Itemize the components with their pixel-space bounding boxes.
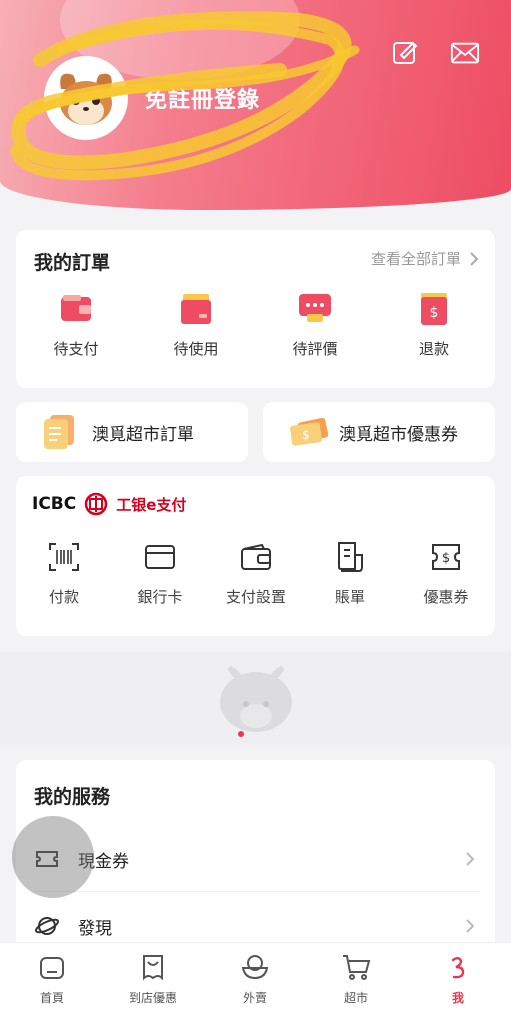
order-item-label: 待評價 (292, 340, 338, 358)
tab-label: 到店優惠 (128, 991, 177, 1005)
supermarket-coupon-icon: $ (289, 412, 329, 452)
view-all-label: 查看全部訂單 (370, 250, 461, 268)
tab-store-deals[interactable]: 到店優惠 (103, 951, 203, 1006)
supermarket-coupons-card[interactable]: $ 澳覓超市優惠券 (263, 402, 495, 462)
tab-label: 首頁 (39, 991, 64, 1005)
order-pending-payment[interactable]: 待支付 (26, 290, 126, 359)
order-refund[interactable]: $ 退款 (384, 290, 484, 359)
order-item-label: 待支付 (53, 340, 99, 358)
chevron-right-icon (466, 919, 475, 933)
bill-icon (332, 540, 368, 574)
order-to-review[interactable]: 待評價 (265, 290, 365, 359)
svg-text:$: $ (302, 428, 310, 442)
squirrel-mascot-icon (47, 59, 125, 137)
icbc-bill-button[interactable]: 賬單 (305, 540, 395, 607)
chevron-right-icon (470, 251, 479, 266)
squirrel-placeholder-icon (220, 666, 292, 732)
icbc-brand: ICBC (32, 494, 77, 514)
divider (34, 891, 479, 892)
services-title: 我的服務 (34, 786, 111, 808)
icbc-emblem-icon (85, 492, 108, 516)
wallet-icon (56, 290, 96, 328)
my-orders-card: 我的訂單 查看全部訂單 待支付 待使用 待評價 $ 退款 (16, 230, 495, 388)
store-coupon-icon (137, 951, 169, 983)
barcode-scan-icon (46, 540, 82, 574)
comment-icon (295, 290, 335, 328)
refund-icon: $ (414, 290, 454, 328)
icbc-item-label: 賬單 (334, 588, 365, 606)
icbc-pay-settings-button[interactable]: 支付設置 (211, 540, 301, 607)
tab-supermarket[interactable]: 超市 (306, 951, 406, 1006)
icbc-logo: ICBC 工银e支付 (32, 492, 186, 516)
bottom-tab-bar: 首頁 到店優惠 外賣 超市 我 (0, 942, 511, 1024)
home-icon (36, 951, 68, 983)
tab-takeout[interactable]: 外賣 (205, 951, 305, 1006)
view-all-orders-link[interactable]: 查看全部訂單 (371, 248, 479, 269)
me-icon (442, 951, 474, 983)
supermarket-orders-card[interactable]: 澳覓超市訂單 (16, 402, 248, 462)
icbc-item-label: 優惠券 (423, 588, 469, 606)
planet-icon (34, 913, 60, 939)
touch-indicator (12, 816, 94, 898)
edit-icon[interactable] (390, 38, 420, 68)
icbc-item-label: 銀行卡 (137, 588, 183, 606)
icbc-pay-button[interactable]: 付款 (19, 540, 109, 607)
tab-label: 我 (451, 991, 464, 1005)
svg-text:$: $ (442, 551, 450, 566)
avatar[interactable] (44, 56, 128, 140)
service-label: 發現 (78, 918, 112, 939)
login-link[interactable]: 免註冊登錄 (145, 82, 260, 114)
cart-icon (340, 951, 372, 983)
tab-home[interactable]: 首頁 (2, 951, 102, 1006)
order-to-use[interactable]: 待使用 (146, 290, 246, 359)
icbc-coupon-button[interactable]: $ 優惠券 (401, 540, 491, 607)
banner-placeholder (0, 652, 511, 746)
coupon-icon: $ (428, 540, 464, 574)
bank-card-icon (142, 540, 178, 574)
icbc-item-label: 付款 (48, 588, 79, 606)
ticket-icon (176, 290, 216, 328)
supermarket-orders-label: 澳覓超市訂單 (92, 424, 194, 445)
orders-title: 我的訂單 (34, 252, 111, 274)
supermarket-order-icon (42, 412, 82, 452)
icbc-bank-card-button[interactable]: 銀行卡 (115, 540, 205, 607)
order-item-label: 退款 (418, 340, 449, 358)
svg-text:$: $ (430, 305, 439, 321)
mail-icon[interactable] (450, 38, 480, 68)
icbc-brand-cn: 工银e支付 (116, 495, 187, 514)
icbc-item-label: 支付設置 (225, 588, 286, 606)
tab-label: 超市 (343, 991, 368, 1005)
tab-label: 外賣 (242, 991, 267, 1005)
takeout-icon (239, 951, 271, 983)
wallet-settings-icon (238, 540, 274, 574)
carousel-dot-active (238, 731, 244, 737)
order-item-label: 待使用 (173, 340, 219, 358)
supermarket-coupons-label: 澳覓超市優惠券 (339, 424, 458, 445)
tab-me[interactable]: 我 (408, 951, 508, 1006)
chevron-right-icon (466, 852, 475, 866)
